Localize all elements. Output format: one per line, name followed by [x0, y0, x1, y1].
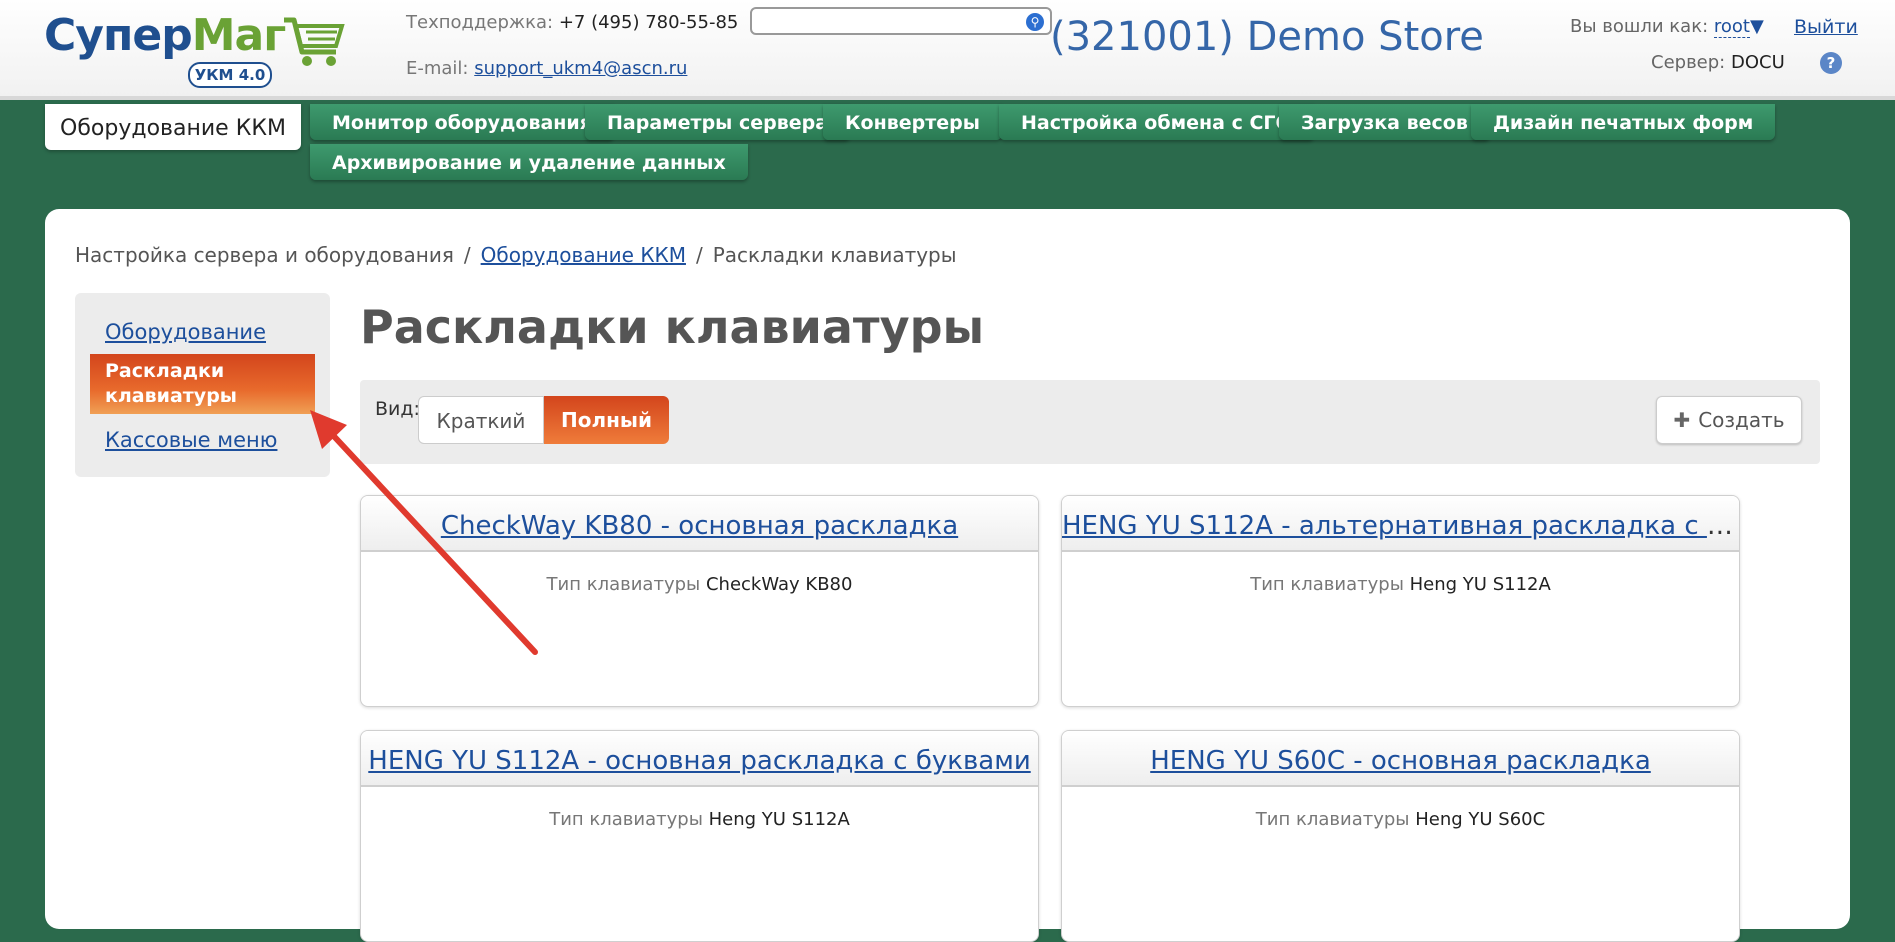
cart-icon [284, 17, 345, 66]
layout-card: HENG YU S112A - альтернативная раскладка… [1061, 495, 1740, 707]
sidebar-item-keyboard-layouts[interactable]: Раскладки клавиатуры [90, 354, 315, 414]
server-info: Сервер: DOCU [1651, 52, 1785, 73]
tab-scales-loading[interactable]: Загрузка весов [1279, 104, 1490, 140]
tab-converters[interactable]: Конвертеры [823, 104, 1002, 140]
search-input[interactable]: ⚲ [750, 7, 1052, 35]
breadcrumb-link-kkm[interactable]: Оборудование ККМ [481, 243, 686, 267]
sidebar-item-equipment[interactable]: Оборудование [105, 320, 266, 344]
page-title: Раскладки клавиатуры [360, 300, 985, 354]
tab-equipment-monitor[interactable]: Монитор оборудования [310, 104, 614, 140]
support-email-line: E-mail: support_ukm4@ascn.ru [406, 58, 688, 79]
logo-badge: УКМ 4.0 [188, 62, 272, 88]
support-phone-line: Техподдержка: +7 (495) 780-55-85 [406, 12, 739, 33]
layout-card-title[interactable]: HENG YU S112A - основная раскладка с бук… [368, 746, 1030, 776]
support-email-link[interactable]: support_ukm4@ascn.ru [474, 58, 687, 79]
view-label: Вид: [375, 398, 420, 420]
supermag-logo[interactable]: СуперМаг УКМ 4.0 [44, 10, 349, 90]
view-full-button[interactable]: Полный [544, 396, 669, 444]
tab-kkm-equipment[interactable]: Оборудование ККМ [45, 104, 301, 150]
top-header: СуперМаг УКМ 4.0 Техподдержка: +7 (495) … [0, 0, 1895, 100]
user-info: Вы вошли как: root▼ [1570, 16, 1764, 38]
layout-card: HENG YU S60C - основная раскладка Тип кл… [1061, 730, 1740, 942]
view-short-button[interactable]: Краткий [418, 396, 544, 444]
layout-card-title[interactable]: HENG YU S60C - основная раскладка [1150, 746, 1651, 776]
sidebar-item-cash-menus[interactable]: Кассовые меню [105, 428, 277, 452]
tab-server-params[interactable]: Параметры сервера [585, 104, 851, 140]
support-phone: +7 (495) 780-55-85 [558, 12, 739, 33]
user-menu[interactable]: root [1713, 16, 1750, 38]
plus-icon: ✚ [1673, 408, 1691, 432]
layout-card: HENG YU S112A - основная раскладка с бук… [360, 730, 1039, 942]
help-icon[interactable]: ? [1820, 52, 1842, 74]
tab-print-forms[interactable]: Дизайн печатных форм [1471, 104, 1776, 140]
layout-card: CheckWay KB80 - основная раскладка Тип к… [360, 495, 1039, 707]
logout-link[interactable]: Выйти [1794, 16, 1858, 38]
create-button[interactable]: ✚ Создать [1656, 396, 1802, 444]
breadcrumb: Настройка сервера и оборудования / Оборудо… [75, 243, 957, 267]
tab-archiving[interactable]: Архивирование и удаление данных [310, 144, 748, 180]
logo-text: СуперМаг [44, 10, 286, 61]
chevron-down-icon[interactable]: ▼ [1750, 16, 1764, 37]
layout-card-title[interactable]: HENG YU S112A - альтернативная раскладка… [1062, 511, 1739, 541]
store-name: (321001) Demo Store [1050, 14, 1484, 60]
tab-sgo-exchange[interactable]: Настройка обмена с СГО [999, 104, 1314, 140]
search-icon[interactable]: ⚲ [1026, 13, 1044, 31]
layout-card-title[interactable]: CheckWay KB80 - основная раскладка [441, 511, 958, 541]
